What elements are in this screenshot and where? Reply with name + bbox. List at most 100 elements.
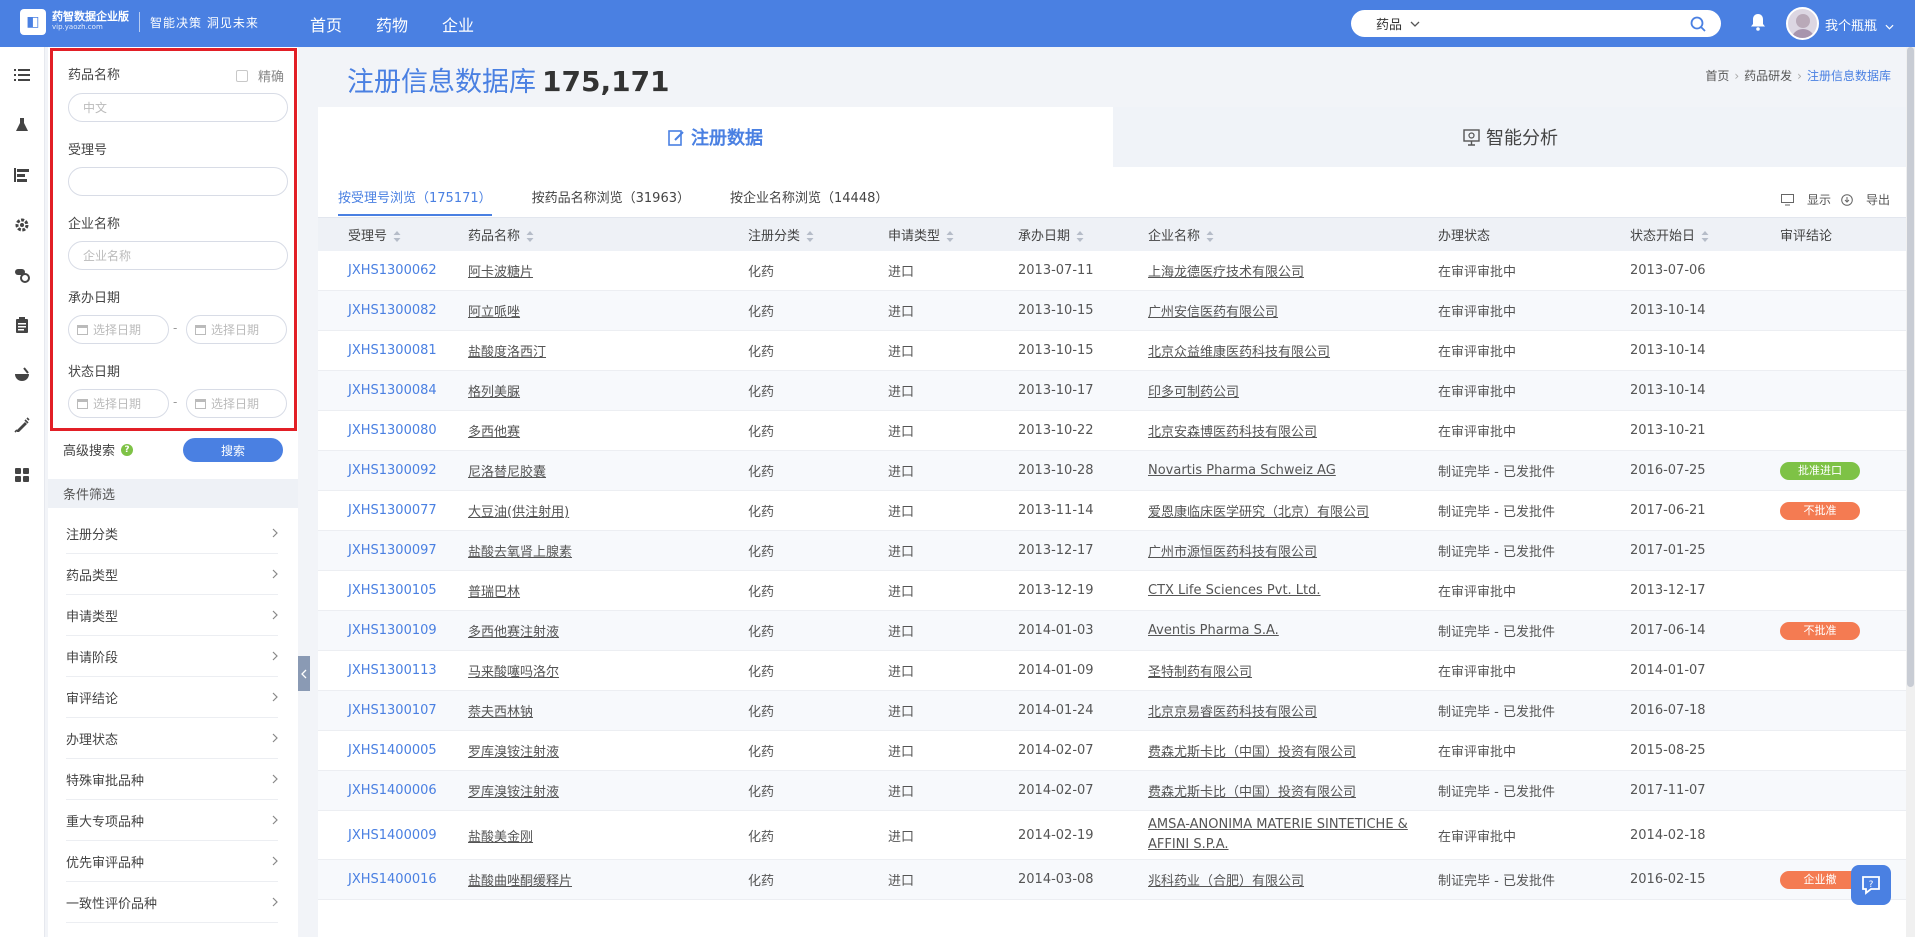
- user-menu[interactable]: 我个瓶瓶: [1825, 15, 1894, 34]
- undertake-date-end[interactable]: 选择日期: [186, 315, 287, 344]
- cell-id[interactable]: JXHS1300105: [318, 570, 458, 611]
- column-header[interactable]: 状态开始日: [1630, 217, 1780, 251]
- cell-id[interactable]: JXHS1400016: [318, 859, 458, 900]
- display-button[interactable]: 显示: [1780, 191, 1831, 208]
- cell-id[interactable]: JXHS1300082: [318, 290, 458, 331]
- search-input[interactable]: [1446, 12, 1683, 35]
- status-date-start[interactable]: 选择日期: [68, 389, 169, 418]
- cell-drug[interactable]: 阿立哌唑: [458, 290, 748, 331]
- cell-company[interactable]: Aventis Pharma S.A.: [1148, 610, 1438, 651]
- cell-drug[interactable]: 盐酸美金刚: [458, 810, 748, 860]
- subtab-by-accept-no[interactable]: 按受理号浏览（175171）: [338, 187, 492, 216]
- condition-item[interactable]: 药品类型: [66, 554, 278, 595]
- cell-company[interactable]: 兆科药业（合肥）有限公司: [1148, 859, 1438, 900]
- logo[interactable]: ◧ 药智数据企业版 vip.yaozh.com 智能决策 洞见未来: [20, 9, 259, 35]
- advanced-search-link[interactable]: 高级搜索 ?: [63, 440, 134, 459]
- cell-id[interactable]: JXHS1300077: [318, 490, 458, 531]
- syringe-icon[interactable]: [12, 415, 32, 435]
- cell-company[interactable]: Novartis Pharma Schweiz AG: [1148, 450, 1438, 491]
- condition-item[interactable]: 申请阶段: [66, 636, 278, 677]
- cell-company[interactable]: CTX Life Sciences Pvt. Ltd.: [1148, 570, 1438, 611]
- cell-company[interactable]: 圣特制药有限公司: [1148, 650, 1438, 691]
- column-header[interactable]: 企业名称: [1148, 217, 1438, 251]
- table-row[interactable]: JXHS1400006 罗库溴铵注射液 化药 进口 2014-02-07 费森尤斯卡比（中…: [318, 770, 1908, 811]
- help-feedback-icon[interactable]: ?: [1851, 865, 1891, 905]
- cell-company[interactable]: AMSA-ANONIMA MATERIE SINTETICHE & AFFINI…: [1148, 810, 1438, 860]
- cell-drug[interactable]: 阿卡波糖片: [458, 250, 748, 291]
- nav-home[interactable]: 首页: [310, 12, 342, 36]
- page-scrollbar[interactable]: [1906, 47, 1915, 937]
- cell-drug[interactable]: 萘夫西林钠: [458, 690, 748, 731]
- cell-drug[interactable]: 多西他赛注射液: [458, 610, 748, 651]
- condition-item[interactable]: 注册分类: [66, 513, 278, 554]
- checkbox-box[interactable]: [236, 69, 248, 82]
- condition-item[interactable]: 一致性评价品种: [66, 882, 278, 923]
- condition-item[interactable]: 办理状态: [66, 718, 278, 759]
- condition-item[interactable]: 优先审评品种: [66, 841, 278, 882]
- tab-smart-analysis[interactable]: 智能分析: [1113, 107, 1908, 167]
- gear-icon[interactable]: [12, 215, 32, 235]
- table-row[interactable]: JXHS1400009 盐酸美金刚 化药 进口 2014-02-19 AMSA-ANONI…: [318, 810, 1908, 860]
- mortar-icon[interactable]: [12, 365, 32, 385]
- column-header[interactable]: 承办日期: [1018, 217, 1148, 251]
- cell-drug[interactable]: 马来酸噻吗洛尔: [458, 650, 748, 691]
- condition-item[interactable]: 申请类型: [66, 595, 278, 636]
- accept-no-input[interactable]: [68, 167, 288, 196]
- cell-id[interactable]: JXHS1400005: [318, 730, 458, 771]
- apps-grid-icon[interactable]: [12, 465, 32, 485]
- column-header[interactable]: 申请类型: [888, 217, 1018, 251]
- scrollbar-thumb[interactable]: [1907, 47, 1914, 687]
- undertake-date-start[interactable]: 选择日期: [68, 315, 169, 344]
- search-icon[interactable]: [1683, 16, 1713, 32]
- table-row[interactable]: JXHS1300077 大豆油(供注射用) 化药 进口 2013-11-14 爱恩康临床医…: [318, 490, 1908, 531]
- cell-drug[interactable]: 罗库溴铵注射液: [458, 770, 748, 811]
- cell-drug[interactable]: 罗库溴铵注射液: [458, 730, 748, 771]
- cell-company[interactable]: 北京京易睿医药科技有限公司: [1148, 690, 1438, 731]
- cell-id[interactable]: JXHS1400006: [318, 770, 458, 811]
- bar-list-icon[interactable]: [12, 165, 32, 185]
- cell-drug[interactable]: 尼洛替尼胶囊: [458, 450, 748, 491]
- cell-company[interactable]: 费森尤斯卡比（中国）投资有限公司: [1148, 770, 1438, 811]
- nav-company[interactable]: 企业: [442, 12, 474, 36]
- notification-bell-icon[interactable]: [1750, 13, 1766, 35]
- cell-company[interactable]: 广州安信医药有限公司: [1148, 290, 1438, 331]
- export-button[interactable]: 导出: [1841, 191, 1890, 208]
- subtab-by-drug-name[interactable]: 按药品名称浏览（31963）: [532, 187, 690, 216]
- collapse-panel-handle[interactable]: [298, 656, 310, 691]
- table-row[interactable]: JXHS1300080 多西他赛 化药 进口 2013-10-22 北京安森博医药科技有限…: [318, 410, 1908, 451]
- cell-company[interactable]: 北京安森博医药科技有限公司: [1148, 410, 1438, 451]
- cell-id[interactable]: JXHS1300107: [318, 690, 458, 731]
- table-row[interactable]: JXHS1300107 萘夫西林钠 化药 进口 2014-01-24 北京京易睿医药科技有…: [318, 690, 1908, 731]
- drug-name-input[interactable]: 中文: [68, 93, 288, 122]
- cell-drug[interactable]: 大豆油(供注射用): [458, 490, 748, 531]
- status-date-end[interactable]: 选择日期: [186, 389, 287, 418]
- table-row[interactable]: JXHS1300113 马来酸噻吗洛尔 化药 进口 2014-01-09 圣特制药有限公司…: [318, 650, 1908, 691]
- cell-id[interactable]: JXHS1300097: [318, 530, 458, 571]
- list-icon[interactable]: [12, 65, 32, 85]
- help-question-icon[interactable]: ?: [121, 443, 134, 456]
- cell-id[interactable]: JXHS1300062: [318, 250, 458, 291]
- table-row[interactable]: JXHS1300081 盐酸度洛西汀 化药 进口 2013-10-15 北京众益维康医药科…: [318, 330, 1908, 371]
- clipboard-icon[interactable]: [12, 315, 32, 335]
- condition-item[interactable]: 审评结论: [66, 677, 278, 718]
- table-row[interactable]: JXHS1300105 普瑞巴林 化药 进口 2013-12-19 CTX Life Sc…: [318, 570, 1908, 611]
- search-button[interactable]: 搜索: [183, 438, 283, 462]
- cell-company[interactable]: 北京众益维康医药科技有限公司: [1148, 330, 1438, 371]
- table-row[interactable]: JXHS1400005 罗库溴铵注射液 化药 进口 2014-02-07 费森尤斯卡比（中…: [318, 730, 1908, 771]
- table-row[interactable]: JXHS1300109 多西他赛注射液 化药 进口 2014-01-03 Aventis …: [318, 610, 1908, 651]
- cell-drug[interactable]: 多西他赛: [458, 410, 748, 451]
- search-type-select[interactable]: 药品: [1376, 14, 1446, 33]
- cell-company[interactable]: 爱恩康临床医学研究（北京）有限公司: [1148, 490, 1438, 531]
- cell-id[interactable]: JXHS1300113: [318, 650, 458, 691]
- column-header[interactable]: 注册分类: [748, 217, 888, 251]
- exact-match-checkbox[interactable]: 精确: [236, 66, 284, 85]
- avatar[interactable]: [1786, 7, 1819, 40]
- breadcrumb-home[interactable]: 首页: [1705, 67, 1729, 84]
- cell-drug[interactable]: 普瑞巴林: [458, 570, 748, 611]
- cell-company[interactable]: 印多可制药公司: [1148, 370, 1438, 411]
- cell-id[interactable]: JXHS1300084: [318, 370, 458, 411]
- column-header[interactable]: 受理号: [318, 217, 458, 251]
- table-row[interactable]: JXHS1300092 尼洛替尼胶囊 化药 进口 2013-10-28 Novartis …: [318, 450, 1908, 491]
- cell-id[interactable]: JXHS1300080: [318, 410, 458, 451]
- condition-item[interactable]: 重大专项品种: [66, 800, 278, 841]
